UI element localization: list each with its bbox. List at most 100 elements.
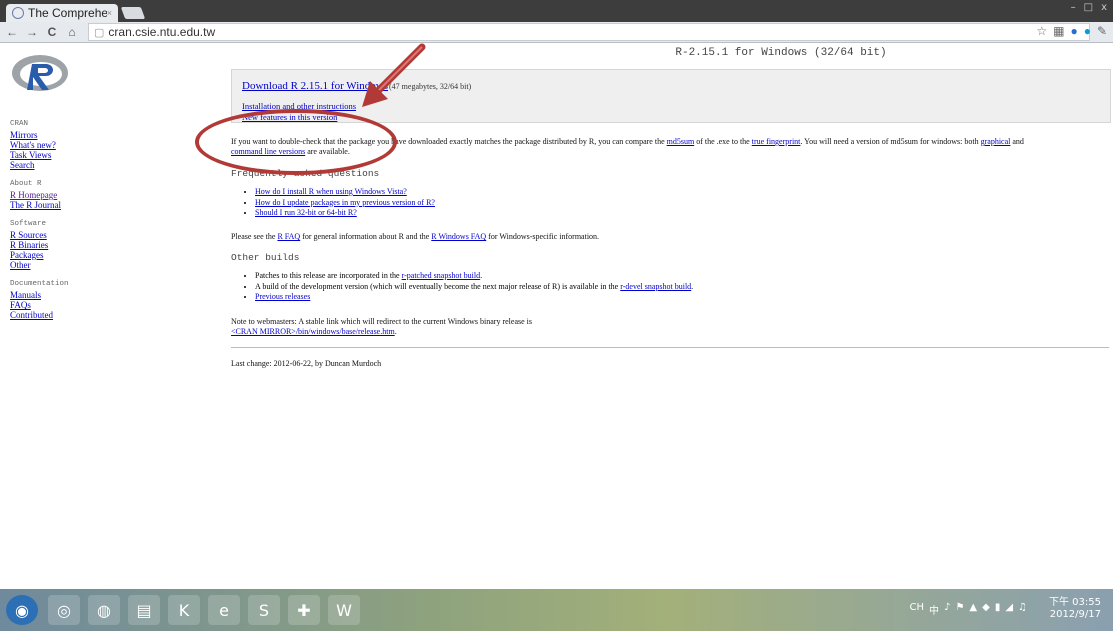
list-item: How do I install R when using Windows Vi… bbox=[255, 187, 435, 198]
list-text: Patches to this release are incorporated… bbox=[255, 271, 400, 280]
r-logo bbox=[12, 55, 68, 91]
divider bbox=[231, 347, 1109, 348]
clock-date: 2012/9/17 bbox=[1049, 609, 1101, 620]
other-builds-heading: Other builds bbox=[231, 252, 300, 263]
paragraph-text: for general information about R and the bbox=[302, 232, 430, 241]
taskbar-kugou-icon[interactable]: K bbox=[168, 595, 200, 625]
taskbar-ie-icon[interactable]: e bbox=[208, 595, 240, 625]
taskbar-firefox-icon[interactable]: ◍ bbox=[88, 595, 120, 625]
taskbar-word-icon[interactable]: W bbox=[328, 595, 360, 625]
ime-icon[interactable]: 中 bbox=[929, 602, 939, 617]
battery-icon[interactable]: ▮ bbox=[995, 602, 1001, 617]
r-faq-link[interactable]: R FAQ bbox=[277, 232, 300, 241]
start-button[interactable]: ◉ bbox=[6, 595, 38, 625]
browser-toolbar: ← → C ⌂ ▢ cran.csie.ntu.edu.tw ☆ ▦ ● ● ✎ bbox=[0, 22, 1113, 43]
paragraph-text: Note to webmasters: A stable link which … bbox=[231, 317, 533, 326]
paragraph-text: of the .exe to the bbox=[696, 137, 750, 146]
sidebar-section-title: Documentation bbox=[10, 280, 69, 288]
sidebar-link-r-sources[interactable]: R Sources bbox=[10, 230, 80, 240]
taskbar-network-tool-icon[interactable]: ✚ bbox=[288, 595, 320, 625]
faq-link-vista[interactable]: How do I install R when using Windows Vi… bbox=[255, 187, 407, 196]
minimize-button[interactable]: – bbox=[1071, 2, 1076, 13]
browser-tab[interactable]: The Compreher × bbox=[6, 4, 118, 22]
sidebar-link-contributed[interactable]: Contributed bbox=[10, 310, 80, 320]
toolbar-extensions: ☆ ▦ ● ● ✎ bbox=[1036, 24, 1107, 38]
sidebar-link-faqs[interactable]: FAQs bbox=[10, 300, 80, 310]
sidebar-section-title: Software bbox=[10, 220, 47, 228]
other-builds-list: Patches to this release are incorporated… bbox=[243, 271, 693, 303]
address-bar[interactable]: ▢ cran.csie.ntu.edu.tw bbox=[88, 23, 1090, 41]
faq-reference-paragraph: Please see the R FAQ for general informa… bbox=[231, 232, 1111, 242]
sidebar-link-mirrors[interactable]: Mirrors bbox=[10, 130, 80, 140]
sidebar-link-task-views[interactable]: Task Views bbox=[10, 150, 80, 160]
annotation-circle bbox=[195, 109, 397, 175]
last-change-text: Last change: 2012-06-22, by Duncan Murdo… bbox=[231, 359, 382, 368]
list-item: Previous releases bbox=[255, 292, 693, 303]
back-button[interactable]: ← bbox=[4, 25, 20, 39]
sidebar-section-title: About R bbox=[10, 180, 42, 188]
tray-app-icon[interactable]: ◆ bbox=[982, 602, 990, 617]
page-icon: ▢ bbox=[94, 26, 105, 39]
sidebar-link-r-binaries[interactable]: R Binaries bbox=[10, 240, 80, 250]
extension-icon[interactable]: ▦ bbox=[1053, 24, 1064, 38]
network-icon[interactable]: ◢ bbox=[1005, 602, 1013, 617]
r-devel-link[interactable]: r-devel snapshot build bbox=[620, 282, 691, 291]
system-clock[interactable]: 下午 03:55 2012/9/17 bbox=[1049, 597, 1101, 621]
extension-icon[interactable]: ● bbox=[1070, 24, 1077, 38]
sidebar-link-other[interactable]: Other bbox=[10, 260, 80, 270]
faq-link-update-packages[interactable]: How do I update packages in my previous … bbox=[255, 198, 435, 207]
tab-close-icon[interactable]: × bbox=[107, 8, 112, 18]
url-text: cran.csie.ntu.edu.tw bbox=[108, 25, 216, 39]
page-title: R-2.15.1 for Windows (32/64 bit) bbox=[675, 47, 887, 59]
paragraph-text: and bbox=[1012, 137, 1024, 146]
list-item: Should I run 32-bit or 64-bit R? bbox=[255, 208, 435, 219]
r-windows-faq-link[interactable]: R Windows FAQ bbox=[431, 232, 486, 241]
wrench-menu-icon[interactable]: ✎ bbox=[1097, 24, 1107, 38]
taskbar-chrome-icon[interactable]: ◎ bbox=[48, 595, 80, 625]
faq-link-32-64[interactable]: Should I run 32-bit or 64-bit R? bbox=[255, 208, 357, 217]
list-item: Patches to this release are incorporated… bbox=[255, 271, 693, 282]
taskbar-explorer-icon[interactable]: ▤ bbox=[128, 595, 160, 625]
maximize-button[interactable]: □ bbox=[1084, 2, 1093, 13]
md5sum-link[interactable]: md5sum bbox=[667, 137, 695, 146]
flag-icon[interactable]: ⚑ bbox=[955, 602, 964, 617]
paragraph-text: Please see the bbox=[231, 232, 276, 241]
close-window-button[interactable]: x bbox=[1101, 2, 1107, 13]
favicon-icon bbox=[12, 7, 24, 19]
show-hidden-icons-icon[interactable]: ▲ bbox=[969, 602, 977, 617]
graphical-link[interactable]: graphical bbox=[981, 137, 1011, 146]
list-text: A build of the development version (whic… bbox=[255, 281, 619, 291]
taskbar-skype-icon[interactable]: S bbox=[248, 595, 280, 625]
extension-icon[interactable]: ● bbox=[1084, 24, 1091, 38]
new-tab-button[interactable] bbox=[120, 7, 146, 19]
sidebar-link-search[interactable]: Search bbox=[10, 160, 80, 170]
paragraph-text: . You will need a version of md5sum for … bbox=[800, 137, 979, 146]
windows-taskbar: ◉ ◎ ◍ ▤ K e S ✚ W CH 中 ♪ ⚑ ▲ ◆ ▮ ◢ ♫ 下午 … bbox=[0, 589, 1113, 631]
input-language-indicator[interactable]: CH bbox=[910, 602, 925, 617]
sidebar-link-r-journal[interactable]: The R Journal bbox=[10, 200, 80, 210]
window-controls: – □ x bbox=[1071, 2, 1107, 13]
sidebar-link-whats-new[interactable]: What's new? bbox=[10, 140, 80, 150]
webmaster-note: Note to webmasters: A stable link which … bbox=[231, 317, 533, 336]
browser-tab-strip: The Compreher × – □ x bbox=[0, 0, 1113, 22]
sidebar-section-title: CRAN bbox=[10, 120, 29, 128]
release-htm-link[interactable]: <CRAN MIRROR>/bin/windows/base/release.h… bbox=[231, 327, 395, 336]
volume-icon[interactable]: ♫ bbox=[1018, 602, 1027, 617]
annotation-arrow bbox=[362, 43, 426, 107]
faq-list: How do I install R when using Windows Vi… bbox=[243, 187, 435, 219]
sidebar-link-manuals[interactable]: Manuals bbox=[10, 290, 80, 300]
sidebar-link-packages[interactable]: Packages bbox=[10, 250, 80, 260]
sidebar-link-r-homepage[interactable]: R Homepage bbox=[10, 190, 80, 200]
paragraph-text: for Windows-specific information. bbox=[488, 232, 600, 241]
web-page: CRAN Mirrors What's new? Task Views Sear… bbox=[0, 43, 1113, 589]
previous-releases-link[interactable]: Previous releases bbox=[255, 292, 310, 301]
sound-icon[interactable]: ♪ bbox=[944, 602, 950, 617]
list-item: How do I update packages in my previous … bbox=[255, 198, 435, 209]
reload-button[interactable]: C bbox=[44, 25, 60, 39]
home-button[interactable]: ⌂ bbox=[64, 25, 80, 39]
bookmark-star-icon[interactable]: ☆ bbox=[1036, 24, 1047, 38]
tab-title: The Compreher bbox=[28, 6, 107, 20]
true-fingerprint-link[interactable]: true fingerprint bbox=[752, 137, 801, 146]
forward-button[interactable]: → bbox=[24, 25, 40, 39]
r-patched-link[interactable]: r-patched snapshot build bbox=[402, 271, 481, 280]
